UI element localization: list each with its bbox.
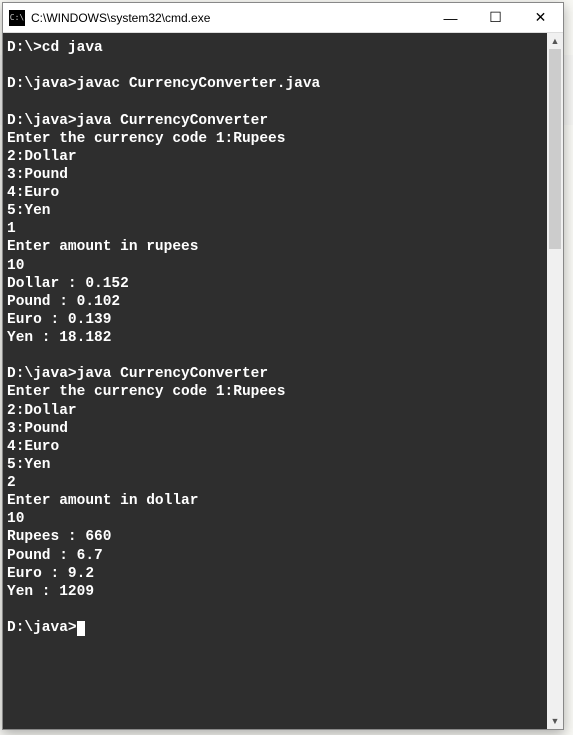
scroll-up-arrow-icon[interactable]: ▲ [547,33,563,49]
scroll-thumb[interactable] [549,49,561,249]
titlebar[interactable]: C:\ C:\WINDOWS\system32\cmd.exe — ☐ ✕ [3,3,563,33]
close-button[interactable]: ✕ [518,3,563,32]
terminal-output[interactable]: D:\>cd java D:\java>javac CurrencyConver… [3,33,547,729]
scroll-down-arrow-icon[interactable]: ▼ [547,713,563,729]
cmd-window: C:\ C:\WINDOWS\system32\cmd.exe — ☐ ✕ D:… [2,2,564,730]
cursor [77,621,85,636]
window-title: C:\WINDOWS\system32\cmd.exe [31,11,428,25]
titlebar-controls: — ☐ ✕ [428,3,563,32]
terminal-container: D:\>cd java D:\java>javac CurrencyConver… [3,33,563,729]
cmd-icon: C:\ [9,10,25,26]
maximize-button[interactable]: ☐ [473,3,518,32]
minimize-button[interactable]: — [428,3,473,32]
vertical-scrollbar[interactable]: ▲ ▼ [547,33,563,729]
terminal-text: D:\>cd java D:\java>javac CurrencyConver… [7,40,320,636]
